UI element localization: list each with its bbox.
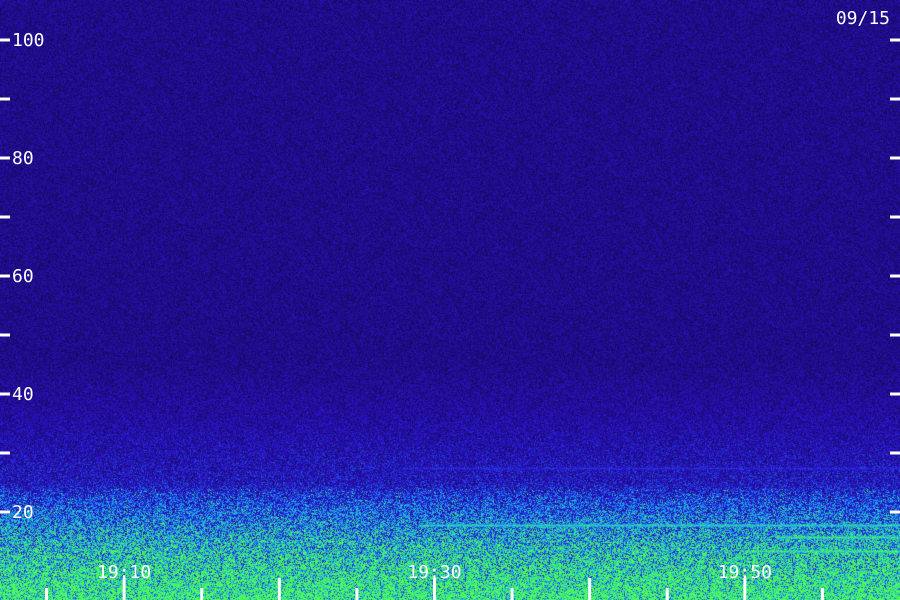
y-axis-ticks-left xyxy=(0,38,10,514)
x-tick-label: 19:50 xyxy=(718,562,772,583)
y-tick-label: 20 xyxy=(12,502,34,523)
y-tick-label: 40 xyxy=(12,384,34,405)
x-axis-labels: 19:10 19:30 19:50 xyxy=(97,562,772,583)
chart-overlay: 20 40 60 80 100 19:10 19:30 19:50 09/15 xyxy=(0,8,900,600)
date-label: 09/15 xyxy=(836,8,890,29)
x-tick-label: 19:10 xyxy=(97,562,151,583)
y-axis-ticks-right xyxy=(890,38,900,514)
x-tick-label: 19:30 xyxy=(407,562,461,583)
y-tick-label: 80 xyxy=(12,148,34,169)
y-tick-label: 100 xyxy=(12,30,45,51)
y-tick-label: 60 xyxy=(12,266,34,287)
y-axis-labels: 20 40 60 80 100 xyxy=(12,30,45,523)
